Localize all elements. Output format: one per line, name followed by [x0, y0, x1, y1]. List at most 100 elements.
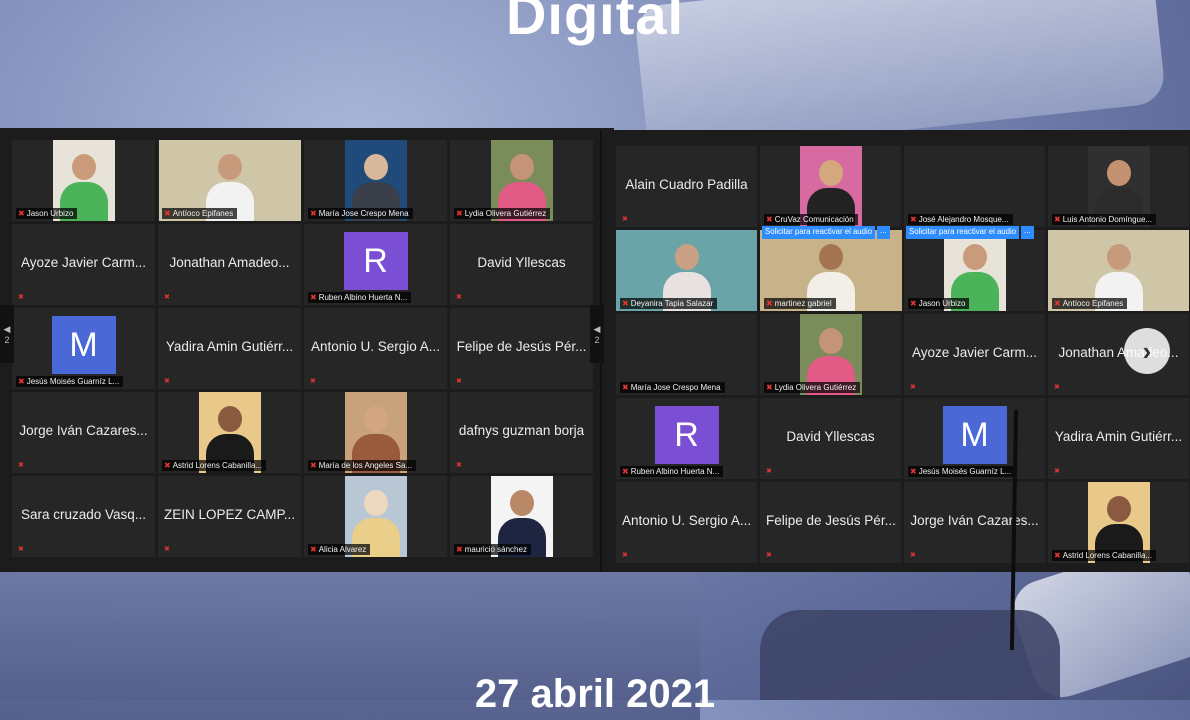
- request-unmute-bar[interactable]: Solicitar para reactivar el audio...: [762, 226, 899, 239]
- muted-mic-icon: ✖: [164, 460, 171, 470]
- muted-mic-icon: ✖: [18, 376, 25, 386]
- participant-tile[interactable]: Yadira Amin Gutiérr... ✖: [158, 308, 301, 389]
- muted-mic-icon: ✖: [622, 382, 629, 392]
- muted-mic-icon: ✖: [622, 552, 628, 559]
- participant-label: ✖ Lydia Olivera Gutiérrez: [454, 208, 551, 219]
- request-unmute-button[interactable]: Solicitar para reactivar el audio: [762, 226, 876, 239]
- person-head: [509, 154, 534, 180]
- participant-label: ✖ Lydia Olivera Gutiérrez: [764, 382, 861, 393]
- participant-tile[interactable]: ✖ Jason Urbizo: [12, 140, 155, 221]
- participant-label: ✖ CruVaz Comunicación: [764, 214, 858, 225]
- participant-label: ✖ Alicia Alvarez: [308, 544, 371, 555]
- participant-tile[interactable]: ✖ Astrid Lorens Cabanilla...: [158, 392, 301, 473]
- participant-tile[interactable]: ✖ María Jose Crespo Mena: [304, 140, 447, 221]
- participant-label: ✖ Jason Urbizo: [16, 208, 78, 219]
- participant-tile[interactable]: Ayoze Javier Carm... ✖: [904, 314, 1045, 395]
- participant-grid-left: ✖ Jason Urbizo ✖ Antíoco Epifanes ✖ María Jos…: [12, 140, 593, 557]
- participant-tile[interactable]: ✖ Lydia Olivera Gutiérrez: [450, 140, 593, 221]
- participant-label: ✖ María Jose Crespo Mena: [620, 382, 725, 393]
- muted-mic-icon: ✖: [18, 546, 24, 553]
- participant-name: Antonio U. Sergio A...: [310, 339, 441, 354]
- participant-tile[interactable]: Jonathan Amadeo... ✖: [158, 224, 301, 305]
- participant-tile[interactable]: ✖ José Alejandro Mosque...: [904, 146, 1045, 227]
- muted-mic-icon: ✖: [164, 546, 170, 553]
- person-head: [1106, 496, 1131, 522]
- participant-label-text: Ruben Albino Huerta N...: [630, 467, 720, 476]
- muted-mic-icon: ✖: [1054, 214, 1061, 224]
- participant-tile[interactable]: R ✖ Ruben Albino Huerta N...: [304, 224, 447, 305]
- muted-mic-icon: ✖: [456, 544, 463, 554]
- participant-label: ✖ Antíoco Epifanes: [1052, 298, 1128, 309]
- participant-tile[interactable]: ✖ Antíoco Epifanes: [1048, 230, 1189, 311]
- participant-label-text: Jason Urbizo: [918, 299, 966, 308]
- participant-tile[interactable]: Ayoze Javier Carm... ✖: [12, 224, 155, 305]
- participant-tile[interactable]: ✖ Luis Antonio Domíngue...: [1048, 146, 1189, 227]
- participant-label: ✖ María de los Angeles Sa...: [308, 460, 417, 471]
- muted-mic-icon: ✖: [310, 378, 316, 385]
- participant-name: Jorge Iván Cazares...: [19, 423, 148, 438]
- participant-label: ✖ Jason Urbizo: [908, 298, 970, 309]
- participant-label-text: Jesús Moisés Guarníz L...: [918, 467, 1012, 476]
- participant-label: ✖ Ruben Albino Huerta N...: [308, 292, 412, 303]
- page-indicator: 2: [594, 334, 600, 345]
- muted-mic-icon: ✖: [766, 382, 773, 392]
- muted-mic-icon: ✖: [164, 378, 170, 385]
- muted-mic-icon: ✖: [766, 468, 772, 475]
- request-unmute-bar[interactable]: Solicitar para reactivar el audio...: [906, 226, 1043, 239]
- participant-label: ✖ Deyanira Tapia Salazar: [620, 298, 718, 309]
- participant-label-text: CruVaz Comunicación: [774, 215, 854, 224]
- participant-tile[interactable]: Sara cruzado Vasq... ✖: [12, 476, 155, 557]
- participant-name: ZEIN LOPEZ CAMP...: [164, 507, 296, 522]
- participant-tile[interactable]: David Yllescas ✖: [450, 224, 593, 305]
- participant-tile[interactable]: Jorge Iván Cazares... ✖: [12, 392, 155, 473]
- participant-tile[interactable]: ✖ María de los Angeles Sa...: [304, 392, 447, 473]
- next-slide-button[interactable]: ›: [1124, 328, 1170, 374]
- participant-tile[interactable]: Antonio U. Sergio A... ✖: [304, 308, 447, 389]
- muted-mic-icon: ✖: [766, 552, 772, 559]
- muted-mic-icon: ✖: [18, 208, 25, 218]
- participant-tile[interactable]: ✖ Deyanira Tapia Salazar: [616, 230, 757, 311]
- muted-mic-icon: ✖: [1054, 384, 1060, 391]
- muted-mic-icon: ✖: [1054, 468, 1060, 475]
- participant-tile[interactable]: Antonio U. Sergio A... ✖: [616, 482, 757, 563]
- muted-mic-icon: ✖: [766, 214, 773, 224]
- participant-tile[interactable]: M ✖ Jesús Moisés Guarníz L...: [12, 308, 155, 389]
- participant-label-text: Alicia Alvarez: [318, 545, 367, 554]
- participant-name: Ayoze Javier Carm...: [911, 345, 1038, 360]
- participant-tile[interactable]: Felipe de Jesús Pér... ✖: [760, 482, 901, 563]
- participant-name: Felipe de Jesús Pér...: [766, 513, 896, 528]
- participant-tile[interactable]: R ✖ Ruben Albino Huerta N...: [616, 398, 757, 479]
- participant-label-text: martinez gabriel: [774, 299, 832, 308]
- participant-label: ✖ Luis Antonio Domíngue...: [1052, 214, 1157, 225]
- participant-label-text: Antíoco Epifanes: [172, 209, 234, 218]
- muted-mic-icon: ✖: [910, 466, 917, 476]
- participant-tile[interactable]: ✖ martinez gabriel Solicitar para reactiva…: [759, 226, 902, 311]
- participant-tile[interactable]: ✖ Jason Urbizo Solicitar para reactivar el…: [904, 226, 1045, 311]
- previous-page-arrow-right[interactable]: ◀ 2: [590, 305, 604, 363]
- participant-name: David Yllescas: [786, 429, 875, 444]
- participant-tile[interactable]: Yadira Amin Gutiérr... ✖: [1048, 398, 1189, 479]
- participant-tile[interactable]: ZEIN LOPEZ CAMP... ✖: [158, 476, 301, 557]
- more-options-button[interactable]: ...: [877, 226, 890, 239]
- participant-label-text: Antíoco Epifanes: [1062, 299, 1124, 308]
- participant-label-text: Deyanira Tapia Salazar: [630, 299, 714, 308]
- participant-tile[interactable]: ✖ Antíoco Epifanes: [158, 140, 301, 221]
- participant-tile[interactable]: dafnys guzman borja ✖: [450, 392, 593, 473]
- participant-tile[interactable]: ✖ Astrid Lorens Cabanilla...: [1048, 482, 1189, 563]
- participant-tile[interactable]: Felipe de Jesús Pér... ✖: [450, 308, 593, 389]
- participant-tile[interactable]: M ✖ Jesús Moisés Guarníz L...: [904, 398, 1045, 479]
- participant-tile[interactable]: David Yllescas ✖: [760, 398, 901, 479]
- participant-tile[interactable]: ✖ mauricio sánchez: [450, 476, 593, 557]
- participant-tile[interactable]: ✖ Lydia Olivera Gutiérrez: [760, 314, 901, 395]
- more-options-button[interactable]: ...: [1021, 226, 1034, 239]
- participant-tile[interactable]: ✖ María Jose Crespo Mena: [616, 314, 757, 395]
- request-unmute-button[interactable]: Solicitar para reactivar el audio: [906, 226, 1020, 239]
- participant-tile[interactable]: Jorge Iván Cazares... ✖: [904, 482, 1045, 563]
- participant-tile[interactable]: Alain Cuadro Padilla ✖: [616, 146, 757, 227]
- participant-tile[interactable]: ✖ Alicia Alvarez: [304, 476, 447, 557]
- participant-label: ✖ Antíoco Epifanes: [162, 208, 238, 219]
- previous-page-arrow-left[interactable]: ◀ 2: [0, 305, 14, 363]
- muted-mic-icon: ✖: [456, 462, 462, 469]
- participant-tile[interactable]: ✖ CruVaz Comunicación: [760, 146, 901, 227]
- participant-label: ✖ martinez gabriel: [764, 298, 836, 309]
